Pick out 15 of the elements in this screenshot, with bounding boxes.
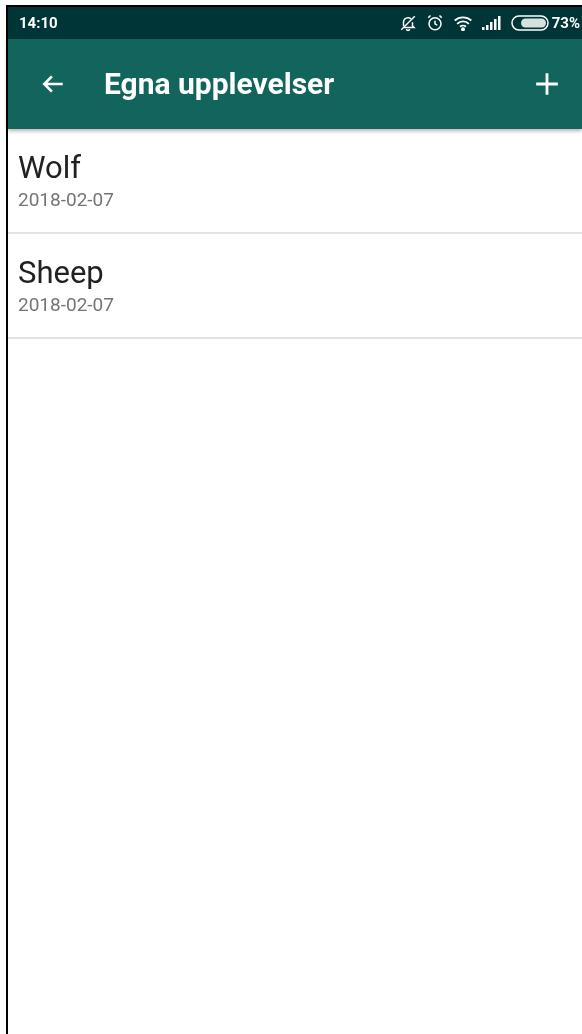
battery-percentage: 73% [551,12,580,34]
plus-icon [534,71,560,97]
list-item[interactable]: Wolf 2018-02-07 [8,129,582,234]
signal-icon [481,16,502,30]
muted-bell-icon [398,14,417,32]
list-item[interactable]: Sheep 2018-02-07 [8,234,582,339]
item-title: Wolf [18,148,83,187]
item-date: 2018-02-07 [18,186,115,213]
item-title: Sheep [18,253,105,292]
wifi-icon [452,15,473,31]
status-time: 14:10 [19,12,58,34]
app-bar-title: Egna upplevelser [104,69,336,99]
alarm-clock-icon [425,14,444,32]
item-date: 2018-02-07 [18,291,115,318]
battery-icon [510,15,549,31]
